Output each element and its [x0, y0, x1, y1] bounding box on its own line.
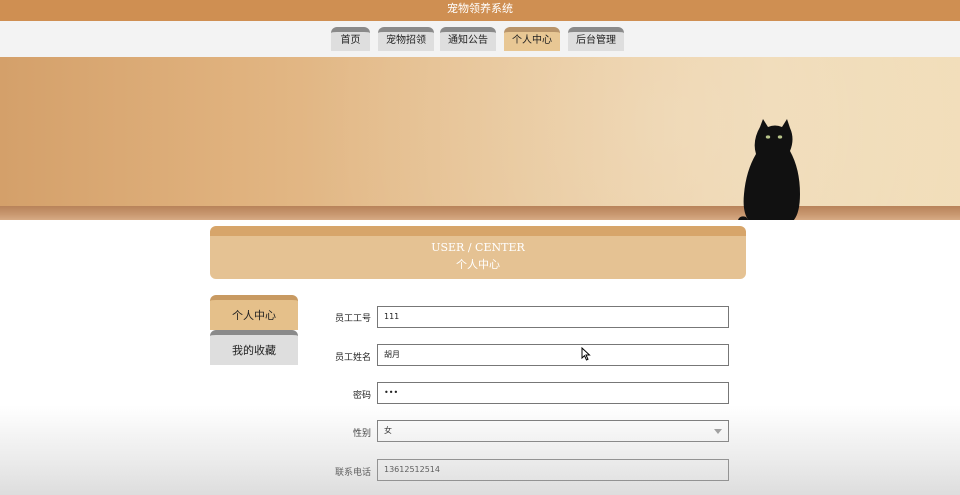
phone-label: 联系电话	[334, 468, 371, 478]
employee-id-label: 员工工号	[334, 314, 371, 324]
password-input[interactable]: •••	[377, 382, 729, 404]
app-title-bar: 宠物领养系统	[0, 0, 960, 21]
nav-pet-adoption[interactable]: 宠物招领	[378, 27, 434, 51]
section-title-cn: 个人中心	[456, 258, 500, 271]
gender-select[interactable]: 女	[377, 420, 729, 442]
nav-admin[interactable]: 后台管理	[568, 27, 624, 51]
bottom-overlay	[0, 405, 960, 495]
chevron-down-icon	[714, 429, 722, 434]
sidebar-item-user-center[interactable]: 个人中心	[210, 295, 298, 330]
sidebar-item-favorites[interactable]: 我的收藏	[210, 330, 298, 365]
gender-value: 女	[384, 426, 392, 435]
hero-banner	[0, 57, 960, 220]
main-nav: 首页 宠物招领 通知公告 个人中心 后台管理	[0, 21, 960, 57]
password-label: 密码	[352, 391, 371, 401]
section-header: USER / CENTER 个人中心	[210, 226, 746, 279]
banner-wall	[0, 57, 960, 220]
black-cat-image	[738, 119, 800, 220]
section-title-en: USER / CENTER	[431, 241, 525, 254]
employee-name-label: 员工姓名	[334, 353, 371, 363]
nav-user-center[interactable]: 个人中心	[504, 27, 560, 51]
nav-home[interactable]: 首页	[331, 27, 370, 51]
employee-name-input[interactable]: 胡月	[377, 344, 729, 366]
app-title: 宠物领养系统	[447, 2, 513, 15]
employee-id-input[interactable]: 111	[377, 306, 729, 328]
gender-label: 性别	[352, 429, 371, 439]
phone-input[interactable]: 13612512514	[377, 459, 729, 481]
mouse-pointer-icon	[581, 347, 591, 361]
banner-floor	[0, 206, 960, 220]
nav-notices[interactable]: 通知公告	[440, 27, 496, 51]
